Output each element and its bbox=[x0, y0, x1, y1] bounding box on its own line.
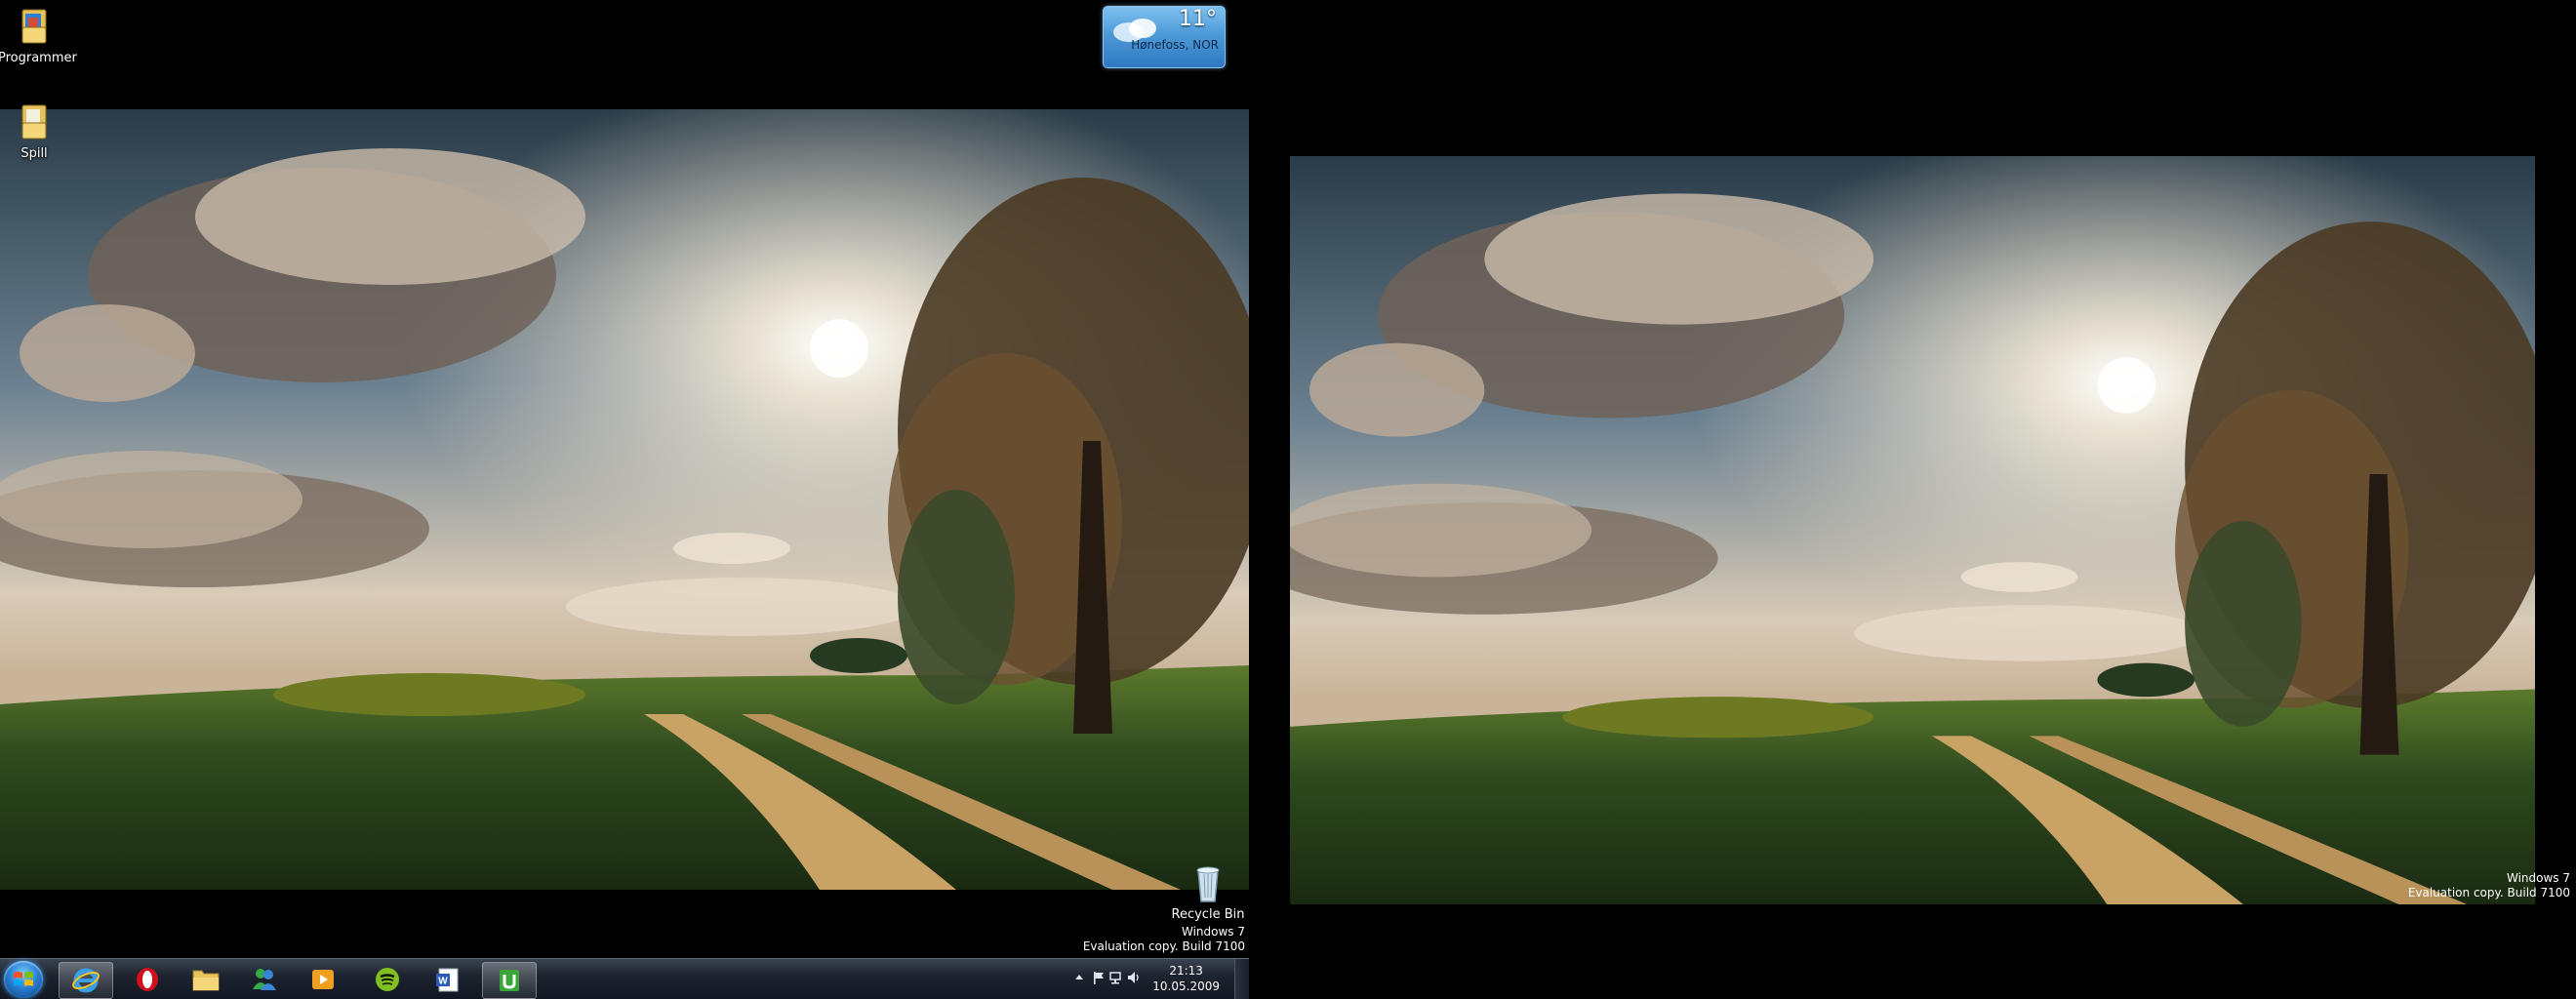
desktop-wallpaper bbox=[1290, 156, 2535, 904]
messenger-icon bbox=[253, 969, 276, 990]
media-player-icon bbox=[312, 970, 334, 989]
landscape-wallpaper-image bbox=[1290, 156, 2535, 904]
windows-evaluation-watermark: Windows 7 Evaluation copy. Build 7100 bbox=[1083, 925, 1245, 954]
windows-evaluation-watermark: Windows 7 Evaluation copy. Build 7100 bbox=[2408, 871, 2570, 900]
monitor-primary: Programmer Spill 11° Hønefoss, NOR Recyc… bbox=[0, 0, 1249, 999]
start-button[interactable] bbox=[4, 961, 43, 998]
clock-time: 21:13 bbox=[1169, 964, 1203, 978]
taskbar-item-messenger[interactable] bbox=[238, 962, 291, 997]
taskbar: W 21:13 10.05.2009 bbox=[0, 958, 1249, 999]
clock-date: 10.05.2009 bbox=[1152, 979, 1220, 993]
action-center-flag-icon[interactable] bbox=[1091, 970, 1107, 985]
taskbar-item-internet-explorer[interactable] bbox=[59, 962, 113, 999]
show-hidden-icons-arrow-icon[interactable] bbox=[1071, 970, 1087, 985]
taskbar-item-word[interactable]: W bbox=[422, 962, 474, 997]
weather-location: Hønefoss, NOR bbox=[1131, 38, 1219, 52]
spotify-icon bbox=[376, 968, 399, 991]
weather-gadget[interactable]: 11° Hønefoss, NOR bbox=[1103, 6, 1226, 68]
monitor-secondary: Windows 7 Evaluation copy. Build 7100 bbox=[1249, 0, 2576, 999]
recycle-bin-icon bbox=[1196, 866, 1220, 902]
taskbar-clock[interactable]: 21:13 10.05.2009 bbox=[1152, 963, 1220, 994]
desktop-icon-recycle-bin[interactable]: Recycle Bin bbox=[1169, 862, 1247, 922]
desktop-icon-label: Programmer bbox=[0, 51, 77, 65]
network-icon[interactable] bbox=[1108, 970, 1124, 985]
watermark-line-2: Evaluation copy. Build 7100 bbox=[1082, 939, 1245, 953]
taskbar-item-opera[interactable] bbox=[121, 962, 174, 997]
desktop-wallpaper bbox=[0, 109, 1249, 890]
volume-icon[interactable] bbox=[1126, 970, 1142, 985]
taskbar-item-spotify[interactable] bbox=[361, 962, 414, 997]
taskbar-item-utorrent[interactable] bbox=[482, 962, 537, 999]
folder-icon bbox=[21, 104, 47, 140]
desktop-icon-label: Spill bbox=[20, 146, 48, 161]
desktop-icon-programmer[interactable]: Programmer bbox=[0, 6, 77, 65]
taskbar-item-media-player[interactable] bbox=[297, 962, 349, 997]
folder-icon bbox=[192, 970, 220, 991]
taskbar-item-windows-explorer[interactable] bbox=[180, 962, 232, 997]
show-desktop-button[interactable] bbox=[1234, 959, 1249, 999]
watermark-line-2: Evaluation copy. Build 7100 bbox=[2407, 886, 2570, 899]
utorrent-icon bbox=[500, 970, 519, 991]
watermark-line-1: Windows 7 bbox=[1181, 925, 1245, 939]
watermark-line-1: Windows 7 bbox=[2506, 871, 2570, 885]
folder-icon bbox=[21, 9, 47, 44]
weather-temperature: 11° bbox=[1179, 7, 1217, 31]
opera-icon bbox=[137, 968, 158, 991]
desktop-icon-spill[interactable]: Spill bbox=[0, 101, 70, 161]
word-icon: W bbox=[436, 968, 459, 992]
desktop-icon-label: Recycle Bin bbox=[1171, 907, 1245, 922]
ie-icon bbox=[72, 968, 100, 993]
svg-text:W: W bbox=[438, 977, 448, 987]
windows-flag-icon bbox=[14, 972, 33, 986]
system-tray: 21:13 10.05.2009 bbox=[1064, 959, 1249, 999]
landscape-wallpaper-image bbox=[0, 109, 1249, 890]
